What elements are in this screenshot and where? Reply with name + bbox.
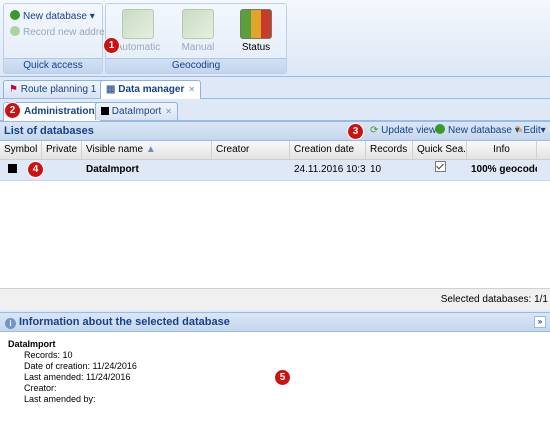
selected-count: Selected databases: 1/1 bbox=[440, 294, 548, 305]
panel-header: List of databases ⟳ Update view New data… bbox=[0, 122, 550, 141]
refresh-icon: ⟳ bbox=[370, 125, 379, 136]
manual-geocoding-button[interactable]: Manual bbox=[168, 9, 228, 53]
column-header-quick-search[interactable]: Quick Sea... bbox=[413, 141, 467, 159]
column-header-records[interactable]: Records bbox=[366, 141, 413, 159]
new-database-ribbon-button[interactable]: New database ▾ bbox=[10, 10, 95, 22]
column-header-creator[interactable]: Creator bbox=[212, 141, 290, 159]
column-header-visible-name[interactable]: Visible name ▲ bbox=[82, 141, 212, 159]
status-chart-icon bbox=[240, 9, 272, 39]
close-icon[interactable]: ✕ bbox=[188, 81, 195, 98]
symbol-square-icon bbox=[8, 164, 17, 173]
pin-icon: ⚑ bbox=[9, 84, 18, 95]
visible-name-cell: DataImport bbox=[86, 164, 139, 175]
add-icon bbox=[10, 10, 20, 20]
dropdown-arrow-icon: ▾ bbox=[89, 11, 95, 22]
column-header-info[interactable]: Info bbox=[467, 141, 537, 159]
quick-access-label: Quick access bbox=[4, 58, 102, 73]
info-records: Records: 10 bbox=[24, 350, 73, 360]
quick-search-cell bbox=[413, 160, 467, 180]
ribbon: New database ▾ Record new address Quick … bbox=[0, 0, 550, 77]
callout-marker-3: 3 bbox=[348, 124, 363, 139]
info-panel-header: i Information about the selected database… bbox=[0, 313, 550, 332]
tab-dataimport[interactable]: DataImport ✕ bbox=[95, 102, 178, 120]
sub-tab-bar: Administration DataImport ✕ bbox=[0, 100, 550, 121]
add-icon bbox=[10, 26, 20, 36]
map-hand-icon bbox=[182, 9, 214, 39]
sort-asc-icon: ▲ bbox=[145, 144, 156, 155]
quick-access-group: New database ▾ Record new address Quick … bbox=[3, 3, 115, 74]
callout-marker-5: 5 bbox=[275, 370, 290, 385]
callout-marker-1: 1 bbox=[104, 38, 119, 53]
grid-header-row: Symbol Private Visible name ▲ Creator Cr… bbox=[0, 141, 550, 160]
record-new-address-button[interactable]: Record new address bbox=[10, 26, 115, 38]
callout-marker-2: 2 bbox=[5, 103, 20, 118]
info-panel-title: Information about the selected database bbox=[19, 316, 230, 328]
creator-cell bbox=[212, 160, 290, 180]
map-icon bbox=[122, 9, 154, 39]
quick-search-checkbox[interactable] bbox=[434, 161, 446, 172]
table-row[interactable]: DataImport 24.11.2016 10:39... 10 100% g… bbox=[0, 160, 550, 181]
symbol-square-icon bbox=[101, 107, 109, 115]
geocoding-status-button[interactable]: Status bbox=[226, 9, 286, 53]
info-database-name: DataImport bbox=[8, 339, 56, 349]
new-database-button[interactable]: New database ▾ bbox=[435, 124, 520, 138]
table-icon: ▦ bbox=[106, 84, 116, 95]
panel-title: List of databases bbox=[4, 125, 94, 137]
close-icon[interactable]: ✕ bbox=[165, 103, 172, 120]
collapse-icon[interactable]: » bbox=[534, 316, 546, 328]
geocoding-group: Automatic Manual Status Geocoding bbox=[105, 3, 287, 74]
records-cell: 10 bbox=[370, 164, 382, 175]
tab-data-manager[interactable]: ▦ Data manager ✕ bbox=[100, 80, 202, 99]
main-tab-bar: ⚑ Route planning 1✕ ▦ Data manager✕ bbox=[0, 78, 550, 99]
grid-footer: Selected databases: 1/1 bbox=[0, 288, 550, 310]
callout-marker-4: 4 bbox=[28, 162, 43, 177]
geocoding-label: Geocoding bbox=[106, 58, 286, 73]
info-last-amended-by: Last amended by: bbox=[24, 394, 96, 404]
tab-route-planning[interactable]: ⚑ Route planning 1✕ bbox=[3, 80, 114, 98]
column-header-symbol[interactable]: Symbol bbox=[0, 141, 42, 159]
database-list-panel: List of databases ⟳ Update view New data… bbox=[0, 121, 550, 310]
info-creator: Creator: bbox=[24, 383, 57, 393]
info-icon: i bbox=[5, 318, 16, 329]
info-last-amended: Last amended: 11/24/2016 bbox=[24, 372, 131, 382]
add-icon bbox=[435, 124, 445, 134]
info-date-of-creation: Date of creation: 11/24/2016 bbox=[24, 361, 137, 371]
edit-menu-button[interactable]: ✎Edit▾ bbox=[515, 124, 546, 138]
info-cell: 100% geocoded bbox=[471, 164, 537, 175]
update-view-button[interactable]: ⟳ Update view bbox=[370, 124, 436, 138]
column-header-private[interactable]: Private bbox=[42, 141, 82, 159]
creation-date-cell: 24.11.2016 10:39... bbox=[294, 164, 366, 175]
column-header-creation-date[interactable]: Creation date bbox=[290, 141, 366, 159]
database-info-panel: i Information about the selected database… bbox=[0, 312, 550, 431]
